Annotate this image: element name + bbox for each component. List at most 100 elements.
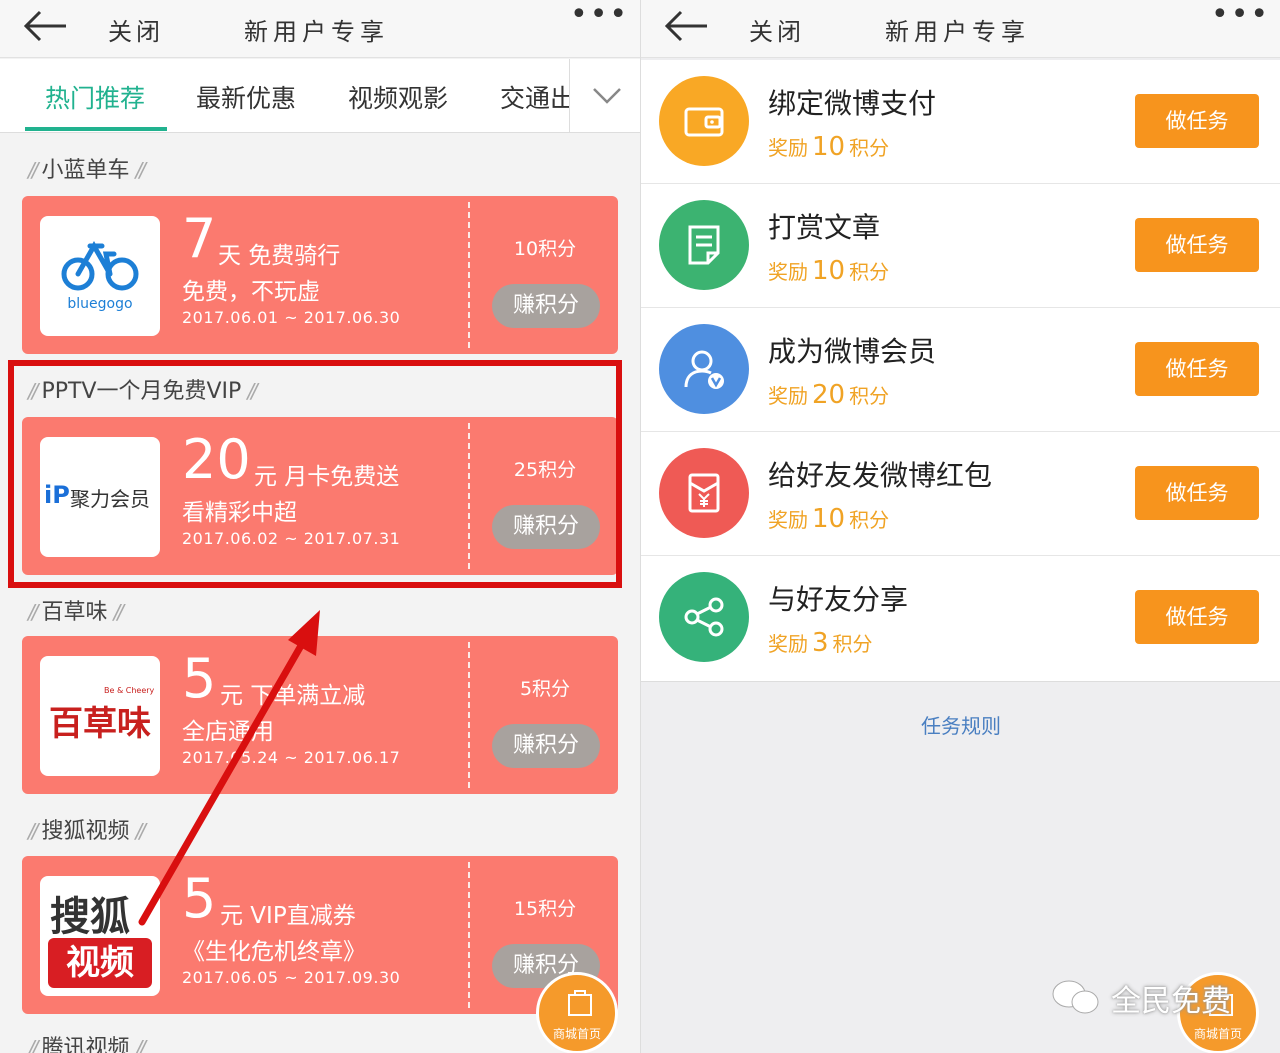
vip-user-icon	[684, 350, 724, 389]
task-reward: 奖励 10 积分	[768, 132, 889, 162]
top-bar: 关闭 新用户专享 •••	[641, 0, 1280, 58]
task-name: 给好友发微博红包	[768, 459, 993, 492]
tab-hot[interactable]: 热门推荐	[45, 79, 145, 115]
task-name: 打赏文章	[768, 211, 881, 244]
chevron-down-icon[interactable]	[590, 81, 624, 109]
stub-divider	[468, 862, 470, 1008]
task-icon-circle	[659, 572, 749, 662]
section-title-text: 搜狐视频	[41, 819, 130, 844]
tab-transport-label: 交通出	[500, 84, 570, 113]
coupon-points: 5积分	[519, 678, 571, 700]
section-title: //百草味//	[28, 600, 124, 625]
document-icon	[688, 225, 720, 265]
task-rules-link[interactable]: 任务规则	[641, 710, 1280, 739]
task-item: 打赏文章 奖励 10 积分 做任务	[641, 184, 1280, 308]
coupon-card[interactable]: bluegogo 7 天 免费骑行 免费，不玩虚 2017.06.01 ~ 20…	[22, 196, 618, 354]
reward-value: 10	[812, 132, 846, 162]
close-button[interactable]: 关闭	[108, 12, 164, 47]
annotation-arrow	[138, 610, 320, 926]
tab-transport[interactable]: 交通出	[500, 59, 570, 133]
coupon-points: 10积分	[513, 238, 577, 260]
coupon-dates: 2017.06.05 ~ 2017.09.30	[182, 968, 401, 987]
stub-divider	[468, 202, 470, 348]
reward-value: 10	[812, 504, 846, 534]
right-screen: 关闭 新用户专享 ••• 绑定微博支付 奖励 10 积分 做任务 打赏文章 奖励…	[640, 0, 1280, 1053]
wallet-icon	[684, 107, 724, 137]
task-item: 给好友发微博红包 奖励 10 积分 做任务	[641, 432, 1280, 556]
task-reward: 奖励 20 积分	[768, 380, 889, 410]
back-arrow-icon[interactable]	[22, 8, 68, 44]
task-icon-circle	[659, 448, 749, 538]
reward-value: 10	[812, 256, 846, 286]
section-title: //小蓝单车//	[28, 158, 146, 183]
earn-points-button[interactable]: 赚积分	[492, 724, 600, 768]
reward-suffix: 积分	[849, 384, 890, 408]
task-item: 绑定微博支付 奖励 10 积分 做任务	[641, 60, 1280, 184]
task-item: 成为微博会员 奖励 20 积分 做任务	[641, 308, 1280, 432]
coupon-unit: 天 免费骑行	[218, 243, 341, 269]
section-title-text: 小蓝单车	[41, 158, 130, 183]
watermark-text: 全民免费	[1111, 984, 1231, 1019]
mall-home-label: 商城首页	[552, 1027, 601, 1041]
highlight-annotation-box	[8, 360, 622, 588]
logo-text-2: 视频	[48, 938, 152, 988]
reward-prefix: 奖励	[768, 260, 808, 284]
do-task-button[interactable]: 做任务	[1135, 218, 1259, 272]
bike-icon	[61, 240, 139, 291]
tab-video[interactable]: 视频观影	[348, 79, 448, 115]
task-item: 与好友分享 奖励 3 积分 做任务	[641, 556, 1280, 680]
wechat-icon	[1052, 980, 1099, 1014]
reward-prefix: 奖励	[768, 508, 808, 532]
task-icon-circle	[659, 324, 749, 414]
reward-suffix: 积分	[849, 508, 890, 532]
reward-prefix: 奖励	[768, 136, 808, 160]
more-icon[interactable]: •••	[1211, 0, 1268, 36]
stub-divider	[468, 642, 470, 788]
reward-prefix: 奖励	[768, 384, 808, 408]
shop-icon	[568, 990, 592, 1016]
earn-points-button[interactable]: 赚积分	[492, 284, 600, 328]
coupon-dates: 2017.06.01 ~ 2017.06.30	[182, 308, 401, 327]
red-packet-icon	[688, 473, 720, 513]
bluegogo-logo: bluegogo	[40, 216, 160, 336]
reward-value: 3	[812, 628, 829, 658]
top-bar: 关闭 新用户专享 •••	[0, 0, 640, 58]
reward-suffix: 积分	[832, 632, 873, 656]
task-name: 与好友分享	[768, 583, 909, 616]
reward-prefix: 奖励	[768, 632, 808, 656]
category-tabs: 热门推荐 最新优惠 视频观影 交通出	[0, 59, 640, 133]
page-title: 新用户专享	[885, 18, 1030, 46]
back-arrow-icon[interactable]	[663, 8, 709, 44]
do-task-button[interactable]: 做任务	[1135, 94, 1259, 148]
mall-home-label: 商城首页	[1193, 1027, 1242, 1041]
more-icon[interactable]: •••	[570, 0, 627, 36]
reward-suffix: 积分	[849, 136, 890, 160]
section-title-text: 百草味	[41, 600, 108, 625]
tab-latest[interactable]: 最新优惠	[196, 79, 296, 115]
task-list: 绑定微博支付 奖励 10 积分 做任务 打赏文章 奖励 10 积分 做任务 成为…	[641, 60, 1280, 682]
task-name: 成为微博会员	[768, 335, 937, 368]
do-task-button[interactable]: 做任务	[1135, 590, 1259, 644]
coupon-points: 15积分	[513, 898, 577, 920]
do-task-button[interactable]: 做任务	[1135, 342, 1259, 396]
task-reward: 奖励 3 积分	[768, 628, 873, 658]
reward-suffix: 积分	[849, 260, 890, 284]
coupon-description: 免费，不玩虚	[182, 279, 320, 305]
section-title: //腾讯视频//	[22, 1030, 149, 1053]
task-reward: 奖励 10 积分	[768, 256, 889, 286]
do-task-button[interactable]: 做任务	[1135, 466, 1259, 520]
coupon-amount: 7	[182, 207, 217, 270]
logo-text: 搜狐	[50, 894, 130, 940]
active-tab-indicator	[25, 127, 167, 131]
close-button[interactable]: 关闭	[749, 12, 805, 47]
task-reward: 奖励 10 积分	[768, 504, 889, 534]
page-title: 新用户专享	[244, 18, 389, 46]
section-title-text: 腾讯视频	[41, 1036, 130, 1053]
task-name: 绑定微博支付	[768, 87, 937, 120]
mall-home-button[interactable]: 商城首页	[536, 972, 618, 1053]
share-icon	[684, 597, 724, 637]
logo-text: bluegogo	[67, 296, 133, 312]
task-icon-circle	[659, 76, 749, 166]
left-screen: 关闭 新用户专享 ••• 热门推荐 最新优惠 视频观影 交通出 //小蓝单车//…	[0, 0, 640, 1053]
task-icon-circle	[659, 200, 749, 290]
